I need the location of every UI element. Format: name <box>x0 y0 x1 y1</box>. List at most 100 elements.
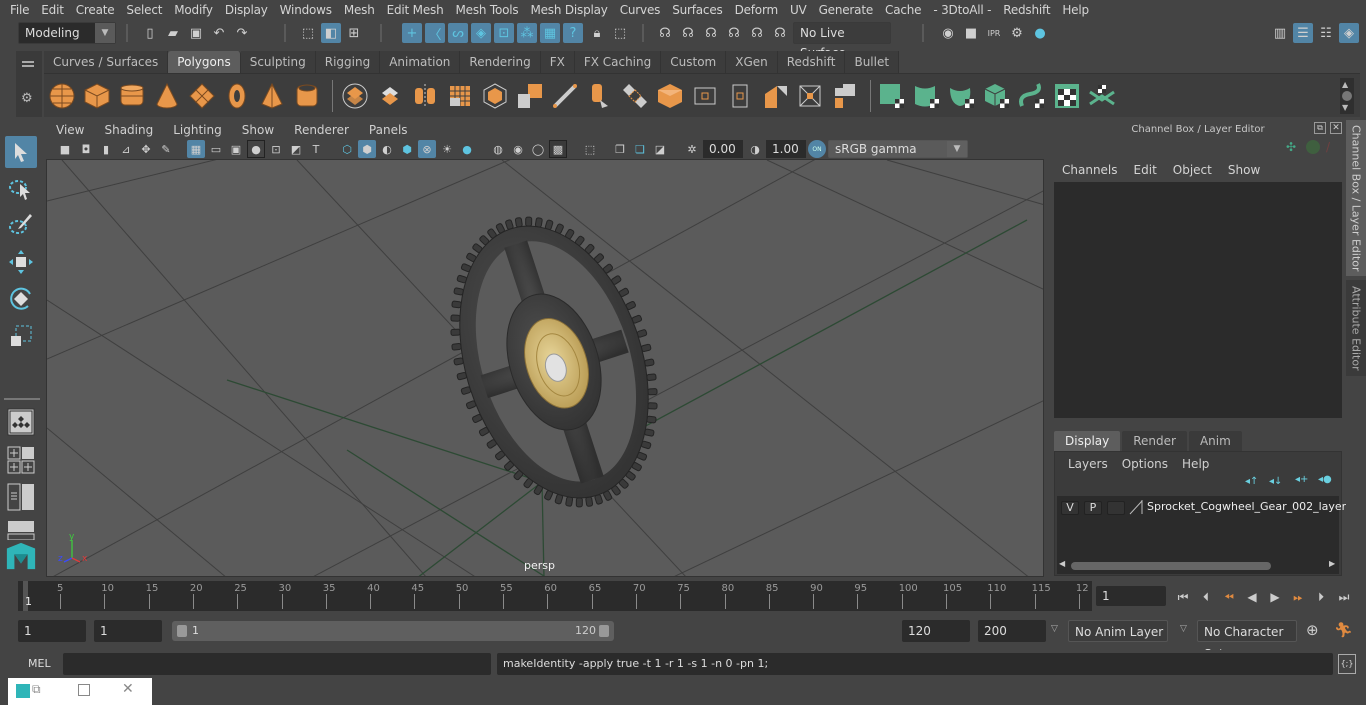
textured-icon[interactable]: ⊗ <box>418 140 436 158</box>
menu-redshift[interactable]: Redshift <box>997 0 1056 20</box>
step-forward-frame-icon[interactable]: ⏵ <box>1312 586 1330 608</box>
animation-start-field[interactable]: 1 <box>18 620 86 642</box>
rotate-tool-icon[interactable] <box>5 283 37 315</box>
collapse-icon[interactable] <box>796 82 824 110</box>
go-to-start-icon[interactable]: ⏮ <box>1174 586 1192 608</box>
fill-hole-icon[interactable] <box>656 82 684 110</box>
menu-help[interactable]: Help <box>1056 0 1095 20</box>
scroll-handle[interactable] <box>1071 562 1271 570</box>
menu-mesh-display[interactable]: Mesh Display <box>524 0 613 20</box>
auto-key-icon[interactable]: ⊕ <box>1306 621 1319 639</box>
layer-options-menu[interactable]: Options <box>1115 456 1175 472</box>
planar-uv-icon[interactable] <box>878 82 906 110</box>
panel-menu-lighting[interactable]: Lighting <box>163 121 232 139</box>
scroll-handle[interactable] <box>1342 91 1352 101</box>
panel-menu-view[interactable]: View <box>46 121 94 139</box>
menu-mesh-tools[interactable]: Mesh Tools <box>449 0 524 20</box>
extrude-icon[interactable] <box>586 82 614 110</box>
channel-box-toggle-icon[interactable]: ☰ <box>1293 23 1313 43</box>
channels-menu[interactable]: Channels <box>1054 160 1126 180</box>
remesh-icon[interactable] <box>516 82 544 110</box>
camera-attributes-icon[interactable]: ◘ <box>77 140 95 158</box>
xray-joints-icon[interactable]: ◪ <box>651 140 669 158</box>
anim-layer-chevron-icon[interactable]: ▽ <box>1051 624 1058 634</box>
mirror-icon[interactable] <box>411 82 439 110</box>
menu-deform[interactable]: Deform <box>729 0 784 20</box>
layer-help-menu[interactable]: Help <box>1175 456 1216 472</box>
combine-icon[interactable] <box>341 82 369 110</box>
open-scene-icon[interactable]: ▰ <box>163 23 183 43</box>
perspective-viewport[interactable]: y z x persp <box>46 159 1044 577</box>
ipr-render-icon[interactable]: IPR <box>984 23 1004 43</box>
bookmark-icon[interactable]: ▮ <box>97 140 115 158</box>
menu-windows[interactable]: Windows <box>274 0 338 20</box>
menu-generate[interactable]: Generate <box>813 0 879 20</box>
channel-object-menu[interactable]: Object <box>1165 160 1220 180</box>
safe-title-icon[interactable]: T <box>307 140 325 158</box>
live-surface-field[interactable]: No Live Surface <box>793 22 891 60</box>
maya-logo-icon[interactable] <box>5 540 37 572</box>
step-back-frame-icon[interactable]: ⏴ <box>1197 586 1215 608</box>
multi-cut-icon[interactable] <box>726 82 754 110</box>
safe-action-icon[interactable]: ◩ <box>287 140 305 158</box>
playback-end-field[interactable]: 120 <box>902 620 970 642</box>
append-polygon-icon[interactable] <box>691 82 719 110</box>
cylindrical-uv-icon[interactable] <box>913 82 941 110</box>
field-chart-icon[interactable]: ⊡ <box>267 140 285 158</box>
close-panel-icon[interactable]: ✕ <box>1330 122 1342 134</box>
select-tool-icon[interactable] <box>5 136 37 168</box>
float-panel-icon[interactable]: ⧉ <box>1314 122 1326 134</box>
command-input[interactable] <box>63 653 491 675</box>
symmetry-icon[interactable]: ⁂ <box>517 23 537 43</box>
depth-of-field-icon[interactable]: ▩ <box>549 140 567 158</box>
outliner-toggle-icon[interactable]: ☷ <box>1316 23 1336 43</box>
redo-icon[interactable]: ↷ <box>232 23 252 43</box>
menu-cache[interactable]: Cache <box>879 0 927 20</box>
panel-menu-panels[interactable]: Panels <box>359 121 418 139</box>
anim-layer-dropdown[interactable]: No Anim Layer <box>1068 620 1168 642</box>
menu-mesh[interactable]: Mesh <box>338 0 381 20</box>
new-layer-selected-icon[interactable]: ◂● <box>1318 474 1332 485</box>
restore-window-icon[interactable]: ⧉ <box>32 682 41 697</box>
side-tab-channel-box[interactable]: Channel Box / Layer Editor <box>1346 120 1366 276</box>
snap-point-icon[interactable]: ᔕ <box>448 23 468 43</box>
snap-curve-icon[interactable]: 〈 <box>425 23 445 43</box>
film-gate-icon[interactable]: ▭ <box>207 140 225 158</box>
panel-menu-shading[interactable]: Shading <box>94 121 163 139</box>
go-to-end-icon[interactable]: ⏭ <box>1335 586 1353 608</box>
paint-select-tool-icon[interactable] <box>5 208 37 240</box>
mode-dropdown[interactable]: Modeling ▼ <box>18 22 116 44</box>
layer-color-swatch[interactable] <box>1129 499 1143 515</box>
shelf-tab-curves-surfaces[interactable]: Curves / Surfaces <box>44 51 169 73</box>
grid-toggle-icon[interactable]: ▦ <box>187 140 205 158</box>
menu-3dtoall[interactable]: - 3DtoAll - <box>927 0 997 20</box>
layer-list-hscrollbar[interactable]: ◀ ▶ <box>1059 559 1337 572</box>
poly-cylinder-icon[interactable] <box>118 82 146 110</box>
image-plane-icon[interactable]: ⊿ <box>117 140 135 158</box>
modeling-toolkit-icon[interactable]: ▥ <box>1270 23 1290 43</box>
script-editor-icon[interactable]: {;} <box>1338 654 1356 674</box>
outliner-persp-layout-icon[interactable] <box>5 481 37 513</box>
layers-menu[interactable]: Layers <box>1061 456 1115 472</box>
scroll-left-icon[interactable]: ◀ <box>1059 559 1065 568</box>
channel-edit-menu[interactable]: Edit <box>1126 160 1165 180</box>
layer-name[interactable]: Sprocket_Cogwheel_Gear_002_layer <box>1147 500 1346 513</box>
layer-tab-display[interactable]: Display <box>1054 431 1121 451</box>
change-keys-icon[interactable] <box>1306 140 1320 154</box>
four-pane-layout-icon[interactable] <box>5 444 37 476</box>
magnet-point-icon[interactable]: ☊ <box>701 23 721 43</box>
playback-start-field[interactable]: 1 <box>94 620 162 642</box>
select-by-object-icon[interactable]: ◧ <box>321 23 341 43</box>
menu-uv[interactable]: UV <box>784 0 813 20</box>
smooth-shade-icon[interactable]: ⬢ <box>358 140 376 158</box>
shelf-tab-fx[interactable]: FX <box>540 51 575 73</box>
poly-sphere-icon[interactable] <box>48 82 76 110</box>
shelf-tab-polygons[interactable]: Polygons <box>168 51 241 73</box>
character-set-dropdown[interactable]: No Character Set <box>1197 620 1297 661</box>
separate-icon[interactable] <box>376 82 404 110</box>
time-slider[interactable]: 1 5 10 15 20 25 30 35 40 45 50 55 60 65 70 75 80 85 90 95 1… <box>18 581 1092 611</box>
layer-row[interactable]: V P Sprocket_Cogwheel_Gear_002_layer <box>1057 496 1346 520</box>
shelf-scrollbar[interactable]: ▲ ▼ <box>1340 78 1354 114</box>
scroll-right-icon[interactable]: ▶ <box>1329 559 1335 568</box>
shelf-tab-rigging[interactable]: Rigging <box>315 51 381 73</box>
